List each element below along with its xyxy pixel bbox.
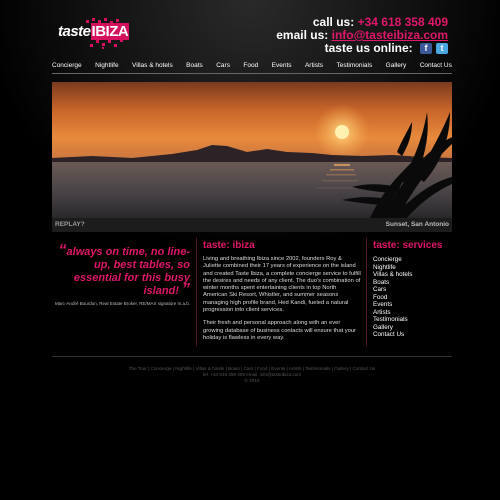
column-divider-right [366, 238, 367, 346]
hero-caption-bar: REPLAY? Sunset, San Antonio [52, 218, 452, 232]
logo[interactable]: tasteIBIZA [56, 18, 138, 50]
nav-divider [52, 73, 452, 74]
online-row: taste us online: f t [276, 42, 448, 55]
service-boats[interactable]: Boats [373, 279, 463, 287]
footer-copyright: © 2010 [244, 378, 260, 383]
online-label: taste us online: [324, 41, 413, 55]
service-testimonials[interactable]: Testimonials [373, 316, 463, 324]
quote-attribution: Marc-André Bourdon, Real Estate Broker, … [54, 301, 190, 306]
hero-slideshow: REPLAY? Sunset, San Antonio [52, 82, 452, 232]
logo-wordmark: tasteIBIZA [58, 23, 130, 40]
photo-caption: Sunset, San Antonio [385, 221, 449, 228]
quote-text-block: “always on time, no line-up, best tables… [52, 243, 190, 298]
facebook-icon[interactable]: f [420, 43, 432, 55]
services-list: Concierge Nightlife Villas & hotels Boat… [373, 256, 463, 339]
service-villas-hotels[interactable]: Villas & hotels [373, 271, 463, 279]
services-heading: taste: services [373, 240, 443, 251]
about-heading: taste: ibiza [203, 240, 255, 251]
testimonial-quote: “always on time, no line-up, best tables… [52, 243, 190, 307]
footer-divider [52, 356, 452, 357]
phone-number: +34 618 358 409 [357, 15, 448, 29]
about-section: taste: ibiza Living and breathing Ibiza … [203, 240, 361, 348]
service-concierge[interactable]: Concierge [373, 256, 463, 264]
service-food[interactable]: Food [373, 294, 463, 302]
close-quote-icon: ” [182, 281, 190, 298]
sunset-photo [52, 82, 452, 218]
replay-button[interactable]: REPLAY? [55, 221, 85, 228]
services-section: taste: services Concierge Nightlife Vill… [373, 240, 463, 339]
service-nightlife[interactable]: Nightlife [373, 264, 463, 272]
twitter-icon[interactable]: t [436, 43, 448, 55]
email-label: email us: [276, 28, 329, 42]
service-events[interactable]: Events [373, 301, 463, 309]
logo-word-ibiza: IBIZA [90, 23, 130, 40]
service-contact-us[interactable]: Contact Us [373, 331, 463, 339]
service-gallery[interactable]: Gallery [373, 324, 463, 332]
about-paragraph-2: Their fresh and personal approach along … [203, 320, 357, 341]
page: tasteIBIZA call us: +34 618 358 409 emai… [0, 0, 500, 500]
service-cars[interactable]: Cars [373, 286, 463, 294]
quote-body: always on time, no line-up, best tables,… [66, 246, 190, 297]
logo-word-taste: taste [58, 23, 91, 40]
social-links: f t [420, 43, 448, 55]
footer: The Tour | Concierge | Nightlife | Villa… [52, 366, 452, 384]
phone-label: call us: [312, 15, 355, 29]
email-link[interactable]: info@tasteibiza.com [332, 28, 448, 42]
column-divider-left [196, 238, 197, 346]
about-paragraph-1: Living and breathing Ibiza since 2002, f… [203, 256, 361, 314]
service-artists[interactable]: Artists [373, 309, 463, 317]
open-quote-icon: “ [58, 242, 67, 259]
contact-block: call us: +34 618 358 409 email us: info@… [276, 16, 448, 55]
